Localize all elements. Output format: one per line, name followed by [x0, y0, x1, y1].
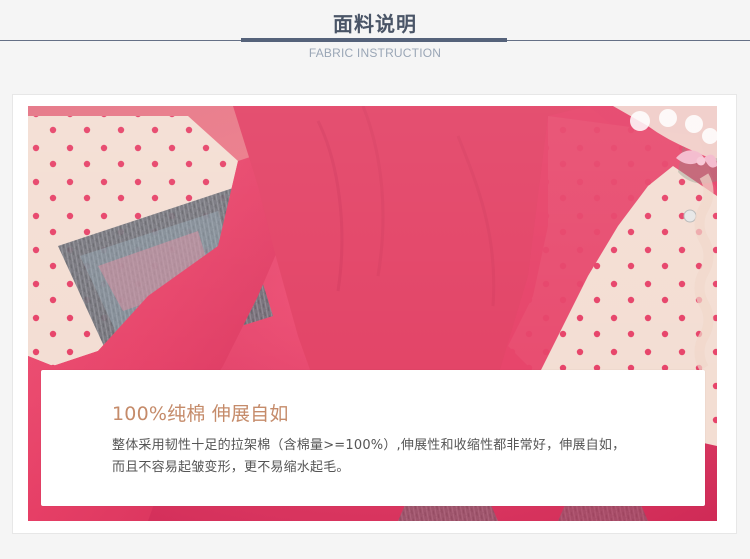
section-title: 面料说明	[333, 12, 417, 36]
section-subtitle: FABRIC INSTRUCTION	[308, 46, 442, 60]
header-divider-accent	[241, 38, 507, 42]
card-body: 整体采用韧性十足的拉架棉（含棉量>=100%）,伸展性和收缩性都非常好，伸展自如…	[112, 435, 692, 479]
card-heading: 100%纯棉 伸展自如	[112, 403, 289, 425]
info-card: 100%纯棉 伸展自如 整体采用韧性十足的拉架棉（含棉量>=100%）,伸展性和…	[41, 370, 705, 506]
card-body-line-2: 而且不容易起皱变形，更不易缩水起毛。	[112, 460, 350, 475]
card-body-line-1: 整体采用韧性十足的拉架棉（含棉量>=100%）,伸展性和收缩性都非常好，伸展自如…	[112, 438, 626, 453]
section-header: 面料说明 FABRIC INSTRUCTION	[0, 0, 750, 78]
fabric-instruction-page: 面料说明 FABRIC INSTRUCTION 100%纯棉 伸展自如 整体采用…	[0, 0, 750, 559]
